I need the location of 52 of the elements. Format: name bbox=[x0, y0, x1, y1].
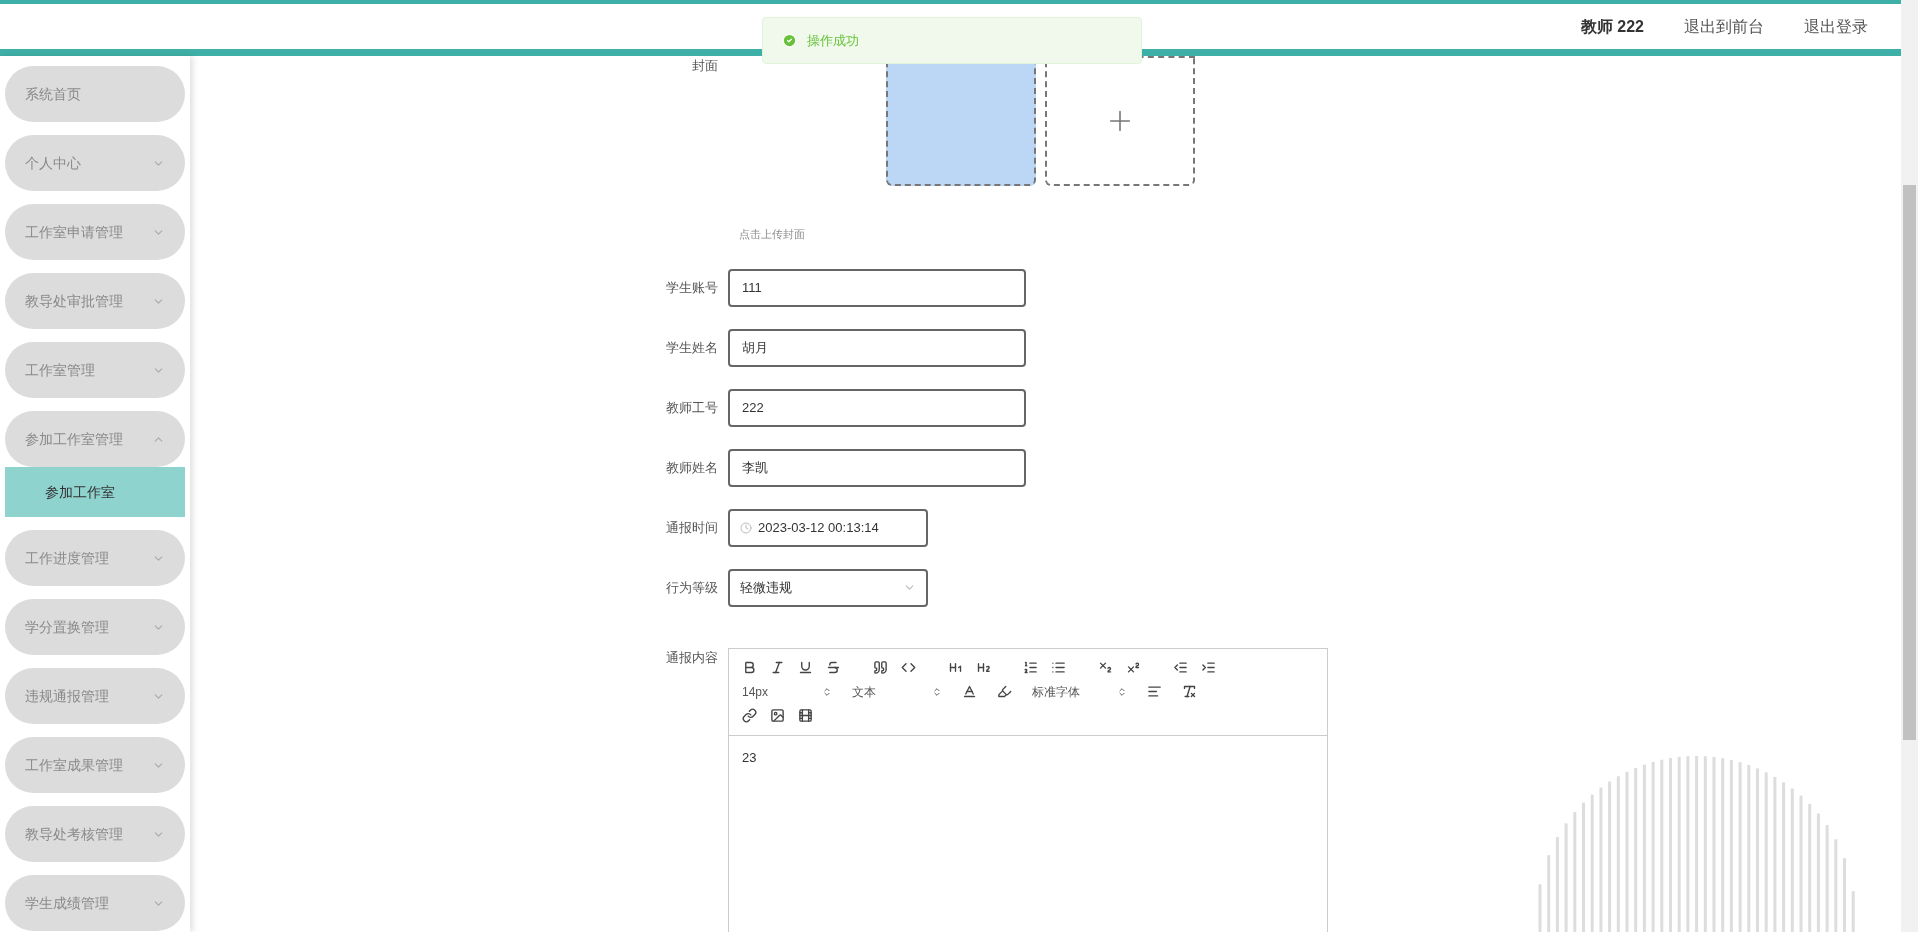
toolbar-select[interactable]: 14px bbox=[742, 682, 832, 701]
text-input[interactable]: 111 bbox=[728, 268, 1026, 307]
underline-icon[interactable] bbox=[798, 660, 813, 675]
sort-icon bbox=[822, 686, 832, 697]
code-icon[interactable] bbox=[901, 660, 916, 675]
bullet-list-icon[interactable] bbox=[1051, 660, 1066, 675]
text-input[interactable]: 222 bbox=[728, 388, 1026, 427]
italic-icon[interactable] bbox=[770, 660, 785, 675]
clear-format-icon[interactable] bbox=[1182, 684, 1197, 699]
field-label: 学生账号 bbox=[665, 278, 719, 297]
scrollbar[interactable] bbox=[1901, 0, 1918, 932]
font-color-icon[interactable] bbox=[962, 684, 977, 699]
field-label: 通报时间 bbox=[665, 518, 719, 537]
field-label: 封面 bbox=[691, 57, 719, 75]
image-icon[interactable] bbox=[770, 708, 785, 723]
highlighter-icon[interactable] bbox=[997, 684, 1012, 699]
select-input[interactable]: 轻微违规 bbox=[728, 568, 928, 607]
field-label: 学生姓名 bbox=[665, 338, 719, 357]
outdent-icon[interactable] bbox=[1173, 660, 1188, 675]
heading-one-icon[interactable] bbox=[948, 660, 963, 675]
strikethrough-icon[interactable] bbox=[826, 660, 841, 675]
superscript-icon[interactable] bbox=[1126, 660, 1141, 675]
header-link[interactable]: 退出登录 bbox=[1804, 14, 1868, 39]
link-icon[interactable] bbox=[742, 708, 757, 723]
field-label: 教师姓名 bbox=[665, 458, 719, 477]
film-icon[interactable] bbox=[798, 708, 813, 723]
heading-two-icon[interactable] bbox=[976, 660, 991, 675]
text-input[interactable]: 李凯 bbox=[728, 448, 1026, 487]
submenu-item[interactable]: 参加工作室 bbox=[5, 467, 185, 517]
toolbar-select[interactable]: 文本 bbox=[852, 682, 942, 701]
header-link[interactable]: 退出到前台 bbox=[1684, 14, 1764, 39]
numbered-list-icon[interactable] bbox=[1023, 660, 1038, 675]
field-label: 通报内容 bbox=[665, 648, 719, 667]
quote-icon[interactable] bbox=[873, 660, 888, 675]
sort-icon bbox=[1117, 686, 1127, 697]
scrollbar-thumb[interactable] bbox=[1903, 185, 1916, 740]
clock-icon bbox=[740, 521, 752, 534]
editor-content[interactable]: 23 bbox=[729, 735, 1327, 779]
toolbar-select[interactable]: 标准字体 bbox=[1032, 682, 1127, 701]
sort-icon bbox=[932, 686, 942, 697]
date-input[interactable]: 2023-03-12 00:13:14 bbox=[728, 508, 928, 547]
align-left-icon[interactable] bbox=[1147, 684, 1162, 699]
check-circle-icon bbox=[782, 33, 797, 48]
text-input[interactable]: 胡月 bbox=[728, 328, 1026, 367]
indent-icon[interactable] bbox=[1201, 660, 1216, 675]
subscript-icon[interactable] bbox=[1098, 660, 1113, 675]
user-name: 教师 222 bbox=[1580, 16, 1644, 37]
toast-message: 操作成功 bbox=[807, 31, 859, 50]
upload-hint: 点击上传封面 bbox=[739, 227, 806, 242]
field-label: 教师工号 bbox=[665, 398, 719, 417]
field-label: 行为等级 bbox=[665, 578, 719, 597]
bold-icon[interactable] bbox=[742, 660, 757, 675]
